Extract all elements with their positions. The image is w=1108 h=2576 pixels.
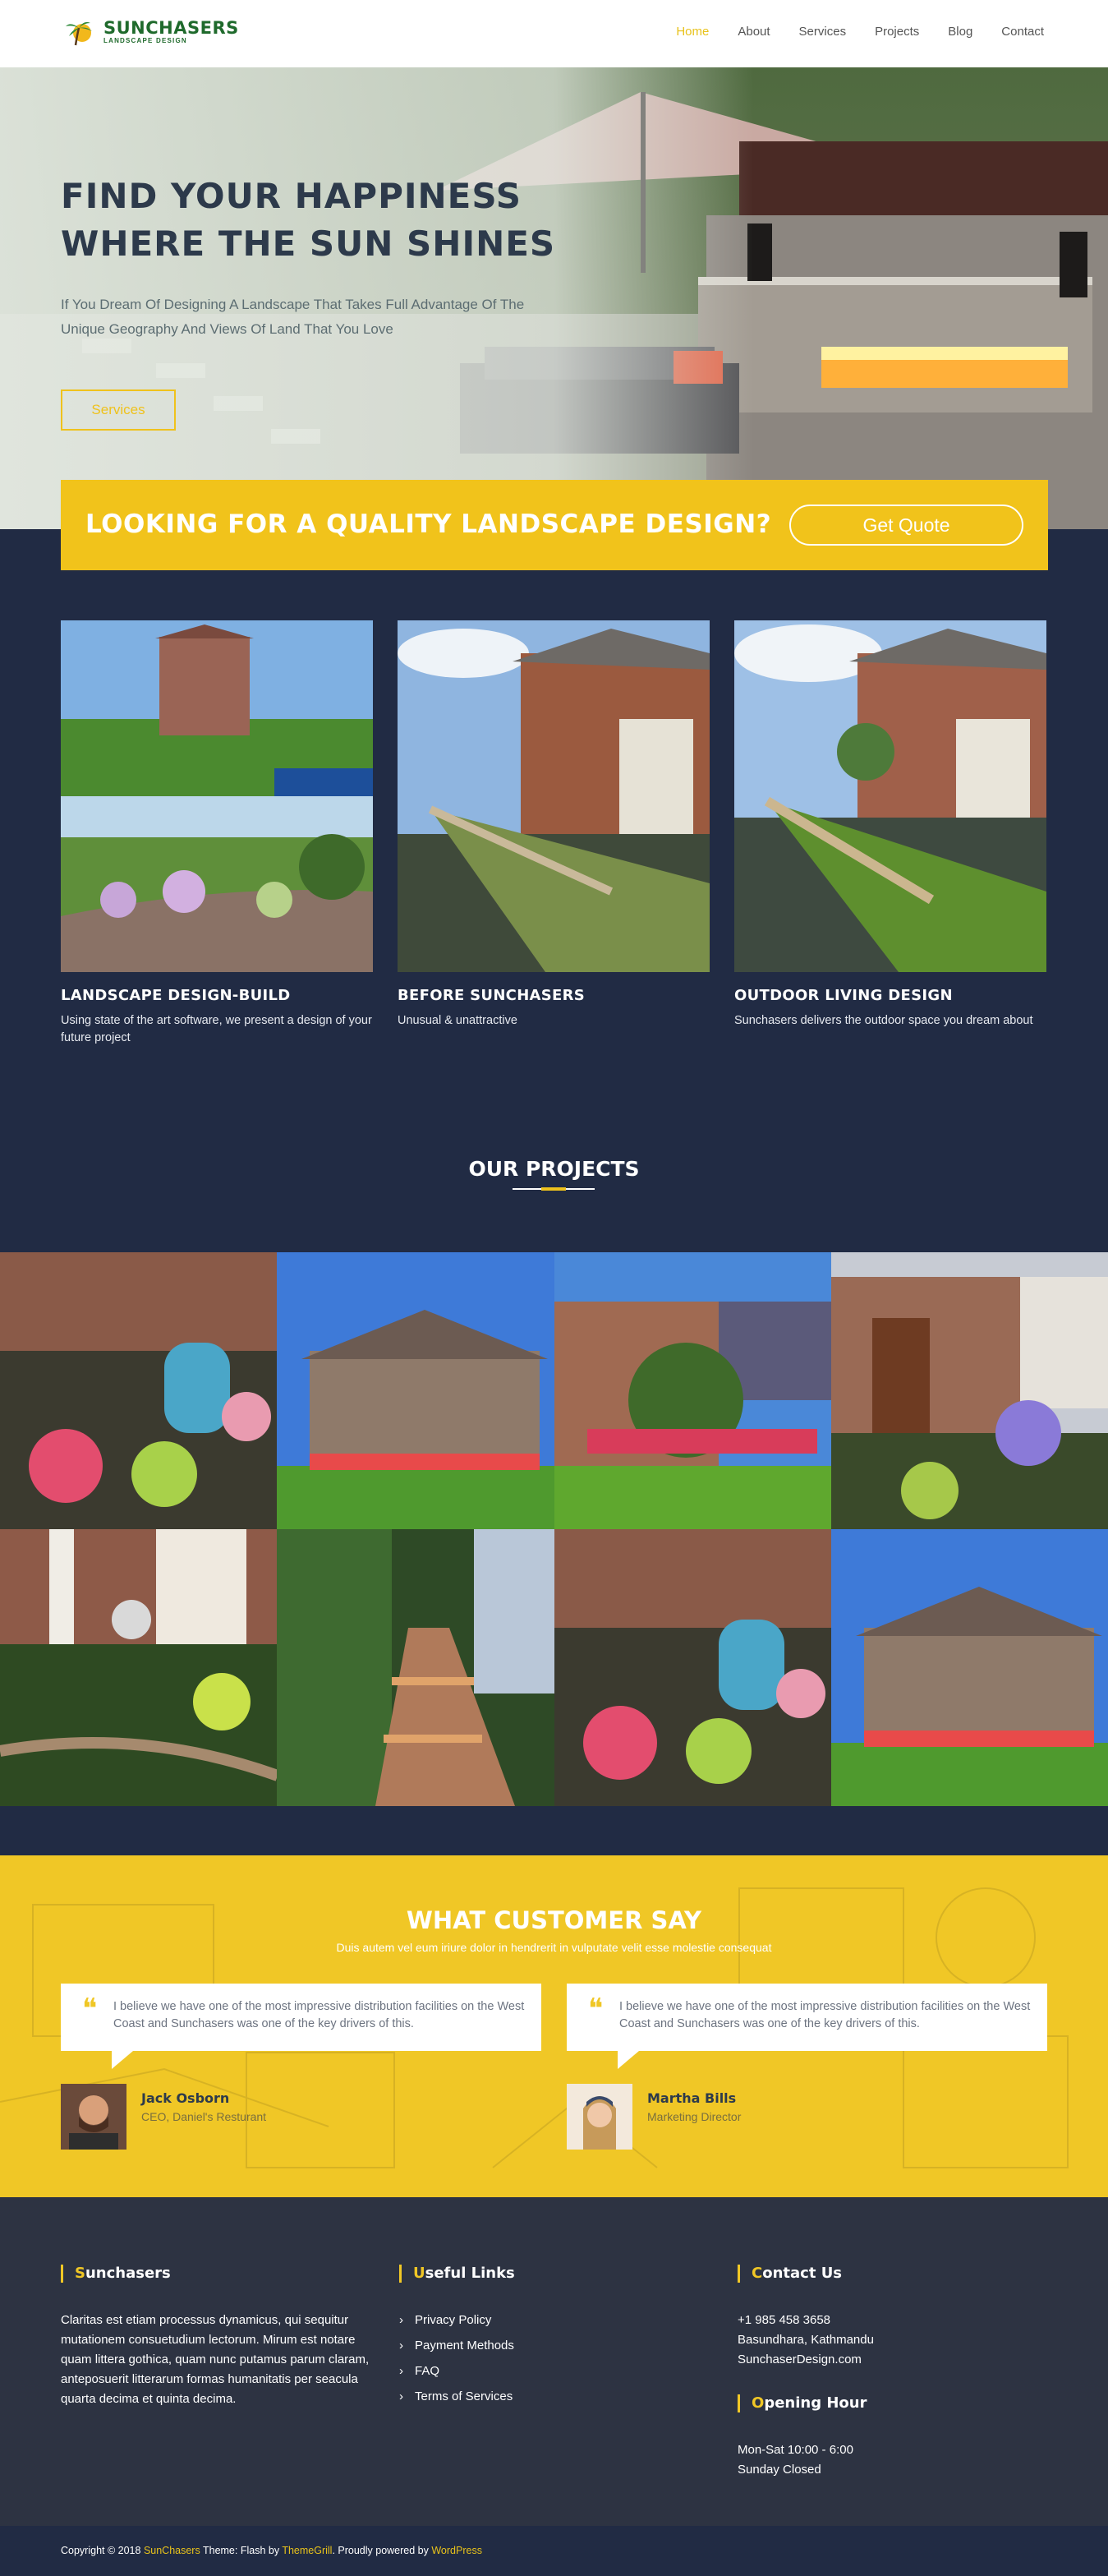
logo-tagline: LANDSCAPE DESIGN (103, 37, 187, 44)
project-photo[interactable] (0, 1252, 278, 1529)
project-photo[interactable] (554, 1252, 831, 1529)
nav-contact[interactable]: Contact (1001, 25, 1044, 39)
footer-contact: Contact Us +1 985 458 3658 Basundhara, K… (738, 2265, 874, 2480)
main-nav: Home About Services Projects Blog Contac… (676, 25, 1044, 39)
quote-text: I believe we have one of the most impres… (619, 2000, 1031, 2030)
quote-text: I believe we have one of the most impres… (113, 2000, 525, 2030)
project-photo[interactable] (830, 1252, 1108, 1529)
footer-links-title: Useful Links (399, 2265, 515, 2283)
nav-home[interactable]: Home (676, 25, 709, 39)
hours-sunday: Sunday Closed (738, 2463, 821, 2477)
get-quote-button[interactable]: Get Quote (789, 505, 1023, 546)
service-card: LANDSCAPE DESIGN-BUILD Using state of th… (61, 620, 373, 1047)
palm-sun-logo-icon (64, 18, 97, 46)
project-photo[interactable] (554, 1529, 831, 1806)
footer-link-privacy[interactable]: Privacy Policy (399, 2307, 515, 2333)
footer-about: Sunchasers Claritas est etiam processus … (61, 2265, 373, 2409)
service-text: Unusual & unattractive (398, 1014, 517, 1027)
footer-link-payment[interactable]: Payment Methods (399, 2333, 515, 2358)
project-photo[interactable] (830, 1529, 1108, 1806)
footer-link-faq[interactable]: FAQ (399, 2358, 515, 2384)
footer-contact-title: Contact Us (738, 2265, 874, 2283)
project-gallery (0, 1252, 1108, 1806)
avatar (61, 2084, 126, 2150)
hero-description: If You Dream Of Designing A Landscape Th… (61, 297, 525, 337)
project-photo[interactable] (277, 1529, 554, 1806)
service-title: BEFORE SUNCHASERS (398, 987, 586, 1004)
author-name: Jack Osborn (141, 2090, 230, 2106)
before-house-image (398, 620, 710, 972)
project-photo[interactable] (0, 1529, 278, 1806)
service-text: Sunchasers delivers the outdoor space yo… (734, 1014, 1033, 1027)
nav-projects[interactable]: Projects (875, 25, 919, 39)
footer-links: Useful Links Privacy Policy Payment Meth… (399, 2265, 515, 2409)
quality-banner: LOOKING FOR A QUALITY LANDSCAPE DESIGN? … (61, 480, 1048, 570)
services-button[interactable]: Services (61, 389, 176, 431)
nav-blog[interactable]: Blog (948, 25, 972, 39)
contact-website[interactable]: SunchaserDesign.com (738, 2350, 874, 2370)
contact-address: Basundhara, Kathmandu (738, 2333, 874, 2347)
author-role: CEO, Daniel's Resturant (141, 2110, 267, 2123)
hours-weekdays: Mon-Sat 10:00 - 6:00 (738, 2443, 853, 2457)
service-card: OUTDOOR LIVING DESIGN Sunchasers deliver… (734, 620, 1046, 1030)
testimonial-quote: ❝ I believe we have one of the most impr… (61, 1984, 541, 2069)
wordpress-link[interactable]: WordPress (431, 2545, 482, 2556)
nav-about[interactable]: About (738, 25, 770, 39)
outdoor-living-image (734, 620, 1046, 972)
copyright-mid2: . Proudly powered by (332, 2545, 432, 2556)
testimonials-subtitle: Duis autem vel eum iriure dolor in hendr… (336, 1941, 772, 1954)
footer-hours-title: Opening Hour (738, 2394, 874, 2412)
testimonials-title: WHAT CUSTOMER SAY (406, 1906, 702, 1934)
contact-phone[interactable]: +1 985 458 3658 (738, 2311, 874, 2330)
quality-banner-text: LOOKING FOR A QUALITY LANDSCAPE DESIGN? (85, 509, 772, 539)
project-photo[interactable] (277, 1252, 554, 1529)
hero-title-line1: FIND YOUR HAPPINESS (61, 176, 522, 216)
hero-title: FIND YOUR HAPPINESS WHERE THE SUN SHINES (61, 173, 603, 268)
copyright-prefix: Copyright © 2018 (61, 2545, 144, 2556)
copyright-mid: Theme: Flash by (200, 2545, 283, 2556)
logo-name: SUNCHASERS (103, 18, 239, 38)
site-header: SUNCHASERS LANDSCAPE DESIGN Home About S… (0, 0, 1108, 67)
projects-title: OUR PROJECTS (468, 1157, 640, 1181)
copyright-bar: Copyright © 2018 SunChasers Theme: Flash… (0, 2526, 1108, 2576)
quote-icon: ❝ (82, 1993, 98, 2025)
nav-services[interactable]: Services (799, 25, 847, 39)
service-title: LANDSCAPE DESIGN-BUILD (61, 987, 291, 1004)
footer-about-title: Sunchasers (61, 2265, 373, 2283)
service-title: OUTDOOR LIVING DESIGN (734, 987, 953, 1004)
testimonial-author: Jack Osborn CEO, Daniel's Resturant (61, 2084, 266, 2150)
avatar (567, 2084, 632, 2150)
footer-about-text: Claritas est etiam processus dynamicus, … (61, 2313, 370, 2406)
themegrill-link[interactable]: ThemeGrill (282, 2545, 332, 2556)
testimonial-quote: ❝ I believe we have one of the most impr… (567, 1984, 1047, 2069)
footer-link-terms[interactable]: Terms of Services (399, 2384, 515, 2409)
copyright-site-link[interactable]: SunChasers (144, 2545, 200, 2556)
author-role: Marketing Director (647, 2110, 742, 2123)
site-logo[interactable]: SUNCHASERS LANDSCAPE DESIGN (64, 18, 239, 46)
testimonial-author: Martha Bills Marketing Director (567, 2084, 741, 2150)
hero-section: FIND YOUR HAPPINESS WHERE THE SUN SHINES… (0, 67, 1108, 529)
title-underline (513, 1187, 595, 1191)
service-text: Using state of the art software, we pres… (61, 1014, 372, 1044)
hero-title-line2: WHERE THE SUN SHINES (61, 223, 556, 264)
quote-icon: ❝ (588, 1993, 604, 2025)
testimonials-section: WHAT CUSTOMER SAY Duis autem vel eum iri… (0, 1855, 1108, 2197)
site-footer: Sunchasers Claritas est etiam processus … (0, 2197, 1108, 2526)
design-render-image (61, 620, 373, 972)
service-card: BEFORE SUNCHASERS Unusual & unattractive (398, 620, 710, 1030)
author-name: Martha Bills (647, 2090, 737, 2106)
